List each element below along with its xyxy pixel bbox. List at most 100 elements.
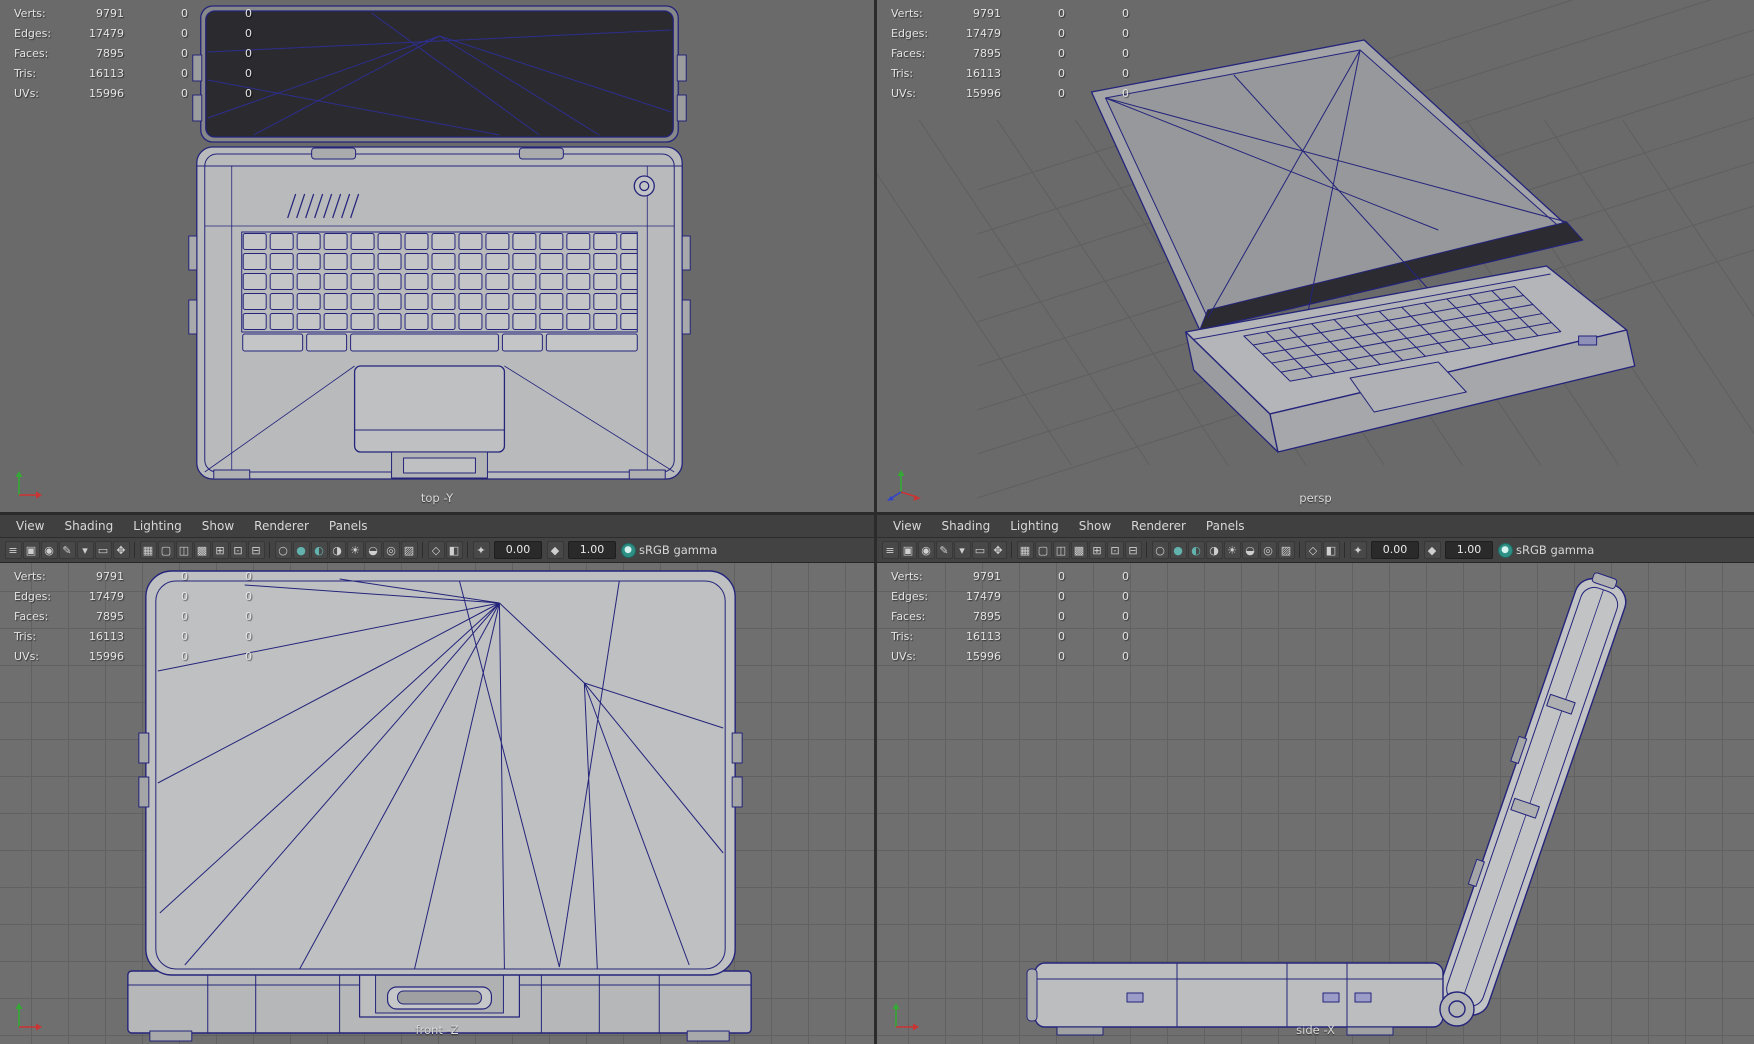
hud-stat-row: Faces: 7895 0 0 [14,606,252,626]
gamma-icon[interactable]: ◆ [1423,541,1441,559]
colorspace-field[interactable]: sRGB gamma [639,543,717,557]
menu-lighting[interactable]: Lighting [1000,515,1069,537]
hud-stat-value: 7895 [96,46,124,60]
hud-stat-label: UVs: [891,649,917,663]
viewport-side[interactable]: Verts: 9791 0 0 Edges: 17479 0 0 Faces: 7895 0 0 Tri… [877,563,1754,1044]
two-d-pan-zoom-icon[interactable]: ✥ [989,541,1007,559]
image-plane-icon[interactable]: ▭ [94,541,112,559]
field-chart-icon[interactable]: ⊞ [1088,541,1106,559]
film-gate-icon[interactable]: ▢ [157,541,175,559]
gate-mask-icon[interactable]: ▩ [1070,541,1088,559]
laptop-model-persp-view[interactable] [1090,39,1634,453]
hud-stat-row: Faces: 7895 0 0 [891,606,1129,626]
anti-alias-icon[interactable]: ▨ [1277,541,1295,559]
gamma-field[interactable]: 1.00 [1445,541,1493,559]
grid-icon[interactable]: ▦ [139,541,157,559]
hud-stat-row: Tris: 16113 0 0 [14,63,252,83]
hud-stat-value: 9791 [973,6,1001,20]
exposure-icon[interactable]: ✦ [472,541,490,559]
menu-view[interactable]: View [883,515,931,537]
image-plane-icon[interactable]: ▭ [971,541,989,559]
wireframe-icon[interactable]: ○ [1151,541,1169,559]
hud-stat-sel: 0 [1122,26,1129,40]
shadows-icon[interactable]: ◒ [364,541,382,559]
use-all-lights-icon[interactable]: ☀ [1223,541,1241,559]
menu-renderer[interactable]: Renderer [1121,515,1196,537]
exposure-field[interactable]: 0.00 [1371,541,1419,559]
wireframe-icon[interactable]: ○ [274,541,292,559]
colorspace-field[interactable]: sRGB gamma [1516,543,1594,557]
hud-stat-sel: 0 [1058,26,1065,40]
panel-menu-icon[interactable]: ≡ [4,541,22,559]
hud-stat-sel: 0 [181,26,188,40]
hud-stat-sel: 0 [245,86,252,100]
hud-stat-sel: 0 [1058,629,1065,643]
smooth-shade-icon[interactable]: ● [1169,541,1187,559]
menu-show[interactable]: Show [192,515,244,537]
panel-menu-icon[interactable]: ≡ [881,541,899,559]
xray-icon[interactable]: ◇ [1304,541,1322,559]
viewport-label: persp [1299,491,1332,505]
bookmarks-icon[interactable]: ▾ [953,541,971,559]
gamma-field[interactable]: 1.00 [568,541,616,559]
hud-stat-sel: 0 [245,629,252,643]
occlusion-icon[interactable]: ◎ [1259,541,1277,559]
menu-lighting[interactable]: Lighting [123,515,192,537]
field-chart-icon[interactable]: ⊞ [211,541,229,559]
laptop-model-top-view[interactable] [188,5,691,480]
toolbar-separator [467,542,468,558]
resolution-gate-icon[interactable]: ◫ [175,541,193,559]
menu-shading[interactable]: Shading [54,515,123,537]
safe-action-icon[interactable]: ⊡ [1106,541,1124,559]
isolate-select-icon[interactable]: ◧ [1322,541,1340,559]
hud-stat-label: Tris: [14,629,37,643]
xray-icon[interactable]: ◇ [427,541,445,559]
camera-lock-icon[interactable]: ◉ [40,541,58,559]
film-gate-icon[interactable]: ▢ [1034,541,1052,559]
viewport-top[interactable]: Verts: 9791 0 0 Edges: 17479 0 0 Faces: 7895 0 0 Tri… [0,0,874,512]
anti-alias-icon[interactable]: ▨ [400,541,418,559]
exposure-icon[interactable]: ✦ [1349,541,1367,559]
smooth-shade-icon[interactable]: ● [292,541,310,559]
hud-stat-label: Faces: [14,46,49,60]
menu-panels[interactable]: Panels [1196,515,1255,537]
use-all-lights-icon[interactable]: ☀ [346,541,364,559]
menu-renderer[interactable]: Renderer [244,515,319,537]
isolate-select-icon[interactable]: ◧ [445,541,463,559]
camera-lock-icon[interactable]: ◉ [917,541,935,559]
grid-icon[interactable]: ▦ [1016,541,1034,559]
camera-select-icon[interactable]: ▣ [899,541,917,559]
exposure-field[interactable]: 0.00 [494,541,542,559]
camera-select-icon[interactable]: ▣ [22,541,40,559]
bookmarks-icon[interactable]: ▾ [76,541,94,559]
hud-stat-sel: 0 [181,589,188,603]
camera-attributes-icon[interactable]: ✎ [58,541,76,559]
safe-action-icon[interactable]: ⊡ [229,541,247,559]
hud-stat-row: Tris: 16113 0 0 [891,626,1129,646]
menu-show[interactable]: Show [1069,515,1121,537]
material-override-icon[interactable]: ◐ [310,541,328,559]
textured-icon[interactable]: ◑ [1205,541,1223,559]
safe-title-icon[interactable]: ⊟ [247,541,265,559]
menu-shading[interactable]: Shading [931,515,1000,537]
material-override-icon[interactable]: ◐ [1187,541,1205,559]
axis-indicator [892,1003,919,1031]
menu-panels[interactable]: Panels [319,515,378,537]
resolution-gate-icon[interactable]: ◫ [1052,541,1070,559]
two-d-pan-zoom-icon[interactable]: ✥ [112,541,130,559]
occlusion-icon[interactable]: ◎ [382,541,400,559]
shadows-icon[interactable]: ◒ [1241,541,1259,559]
color-management-icon[interactable]: ● [1497,542,1513,558]
gate-mask-icon[interactable]: ▩ [193,541,211,559]
menu-view[interactable]: View [6,515,54,537]
gamma-icon[interactable]: ◆ [546,541,564,559]
camera-attributes-icon[interactable]: ✎ [935,541,953,559]
color-management-icon[interactable]: ● [620,542,636,558]
hud-stat-sel: 0 [1058,86,1065,100]
safe-title-icon[interactable]: ⊟ [1124,541,1142,559]
textured-icon[interactable]: ◑ [328,541,346,559]
viewport-persp[interactable]: Verts: 9791 0 0 Edges: 17479 0 0 Faces: 7895 0 0 Tri… [877,0,1754,512]
hud-stat-row: Edges: 17479 0 0 [14,23,252,43]
viewport-front[interactable]: Verts: 9791 0 0 Edges: 17479 0 0 Faces: 7895 0 0 Tri… [0,563,874,1044]
hud-poly-count: Verts: 9791 0 0 Edges: 17479 0 0 Faces: 7895 0 0 Tri… [14,566,252,666]
